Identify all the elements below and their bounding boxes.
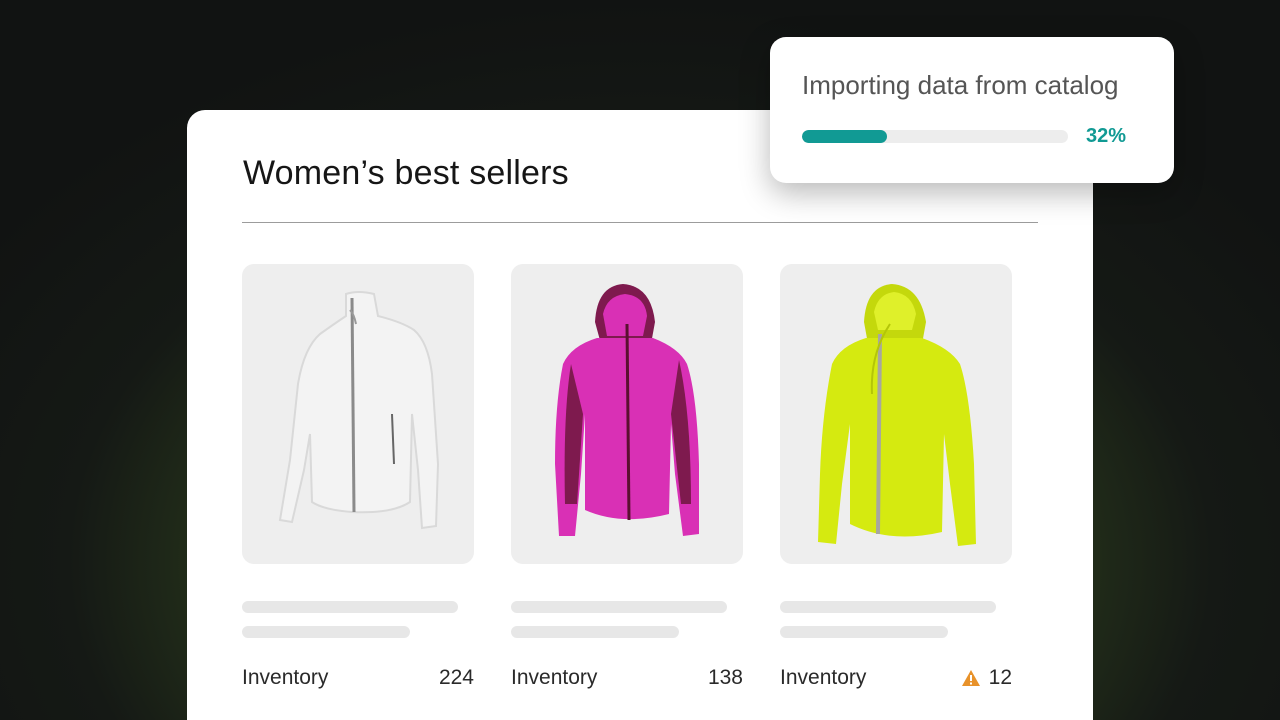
- skeleton-line: [511, 626, 679, 638]
- inventory-value-wrap: 224: [439, 666, 474, 690]
- lime-jacket-icon: [818, 284, 976, 546]
- magenta-jacket-icon: [555, 284, 699, 536]
- inventory-row: Inventory 224: [242, 664, 474, 692]
- inventory-value: 224: [438, 666, 474, 689]
- best-sellers-panel: Women’s best sellers Inventory 224 Inven…: [187, 110, 1093, 720]
- inventory-value-wrap: 138: [708, 666, 743, 690]
- inventory-value: 138: [707, 666, 743, 689]
- skeleton-line: [780, 626, 948, 638]
- inventory-value-wrap: 12: [961, 666, 1012, 690]
- product-card-lime-jacket[interactable]: Inventory 12: [780, 264, 1014, 689]
- inventory-row: Inventory 138: [511, 664, 743, 692]
- inventory-value: 12: [988, 666, 1012, 689]
- product-image-lime-jacket[interactable]: [780, 264, 1012, 564]
- skeleton-line: [242, 626, 410, 638]
- panel-title: Women’s best sellers: [243, 154, 569, 192]
- progress-fill: [802, 130, 888, 143]
- inventory-label: Inventory: [780, 666, 867, 689]
- inventory-label: Inventory: [242, 666, 329, 689]
- progress-percent: 32%: [1086, 125, 1127, 147]
- product-card-magenta-jacket[interactable]: Inventory 138: [511, 264, 745, 689]
- product-image-white-jacket[interactable]: [242, 264, 474, 564]
- toast-title: Importing data from catalog: [802, 70, 1119, 100]
- import-progress-toast: Importing data from catalog 32%: [770, 37, 1174, 183]
- product-image-magenta-jacket[interactable]: [511, 264, 743, 564]
- inventory-row: Inventory 12: [780, 664, 1012, 692]
- skeleton-line: [780, 601, 996, 613]
- title-divider: [242, 222, 1038, 223]
- skeleton-line: [242, 601, 458, 613]
- inventory-label: Inventory: [511, 666, 598, 689]
- warning-icon: [961, 670, 980, 686]
- progress-bar: [802, 130, 1068, 143]
- skeleton-line: [511, 601, 727, 613]
- white-jacket-icon: [278, 291, 440, 530]
- product-card-white-jacket[interactable]: Inventory 224: [242, 264, 476, 689]
